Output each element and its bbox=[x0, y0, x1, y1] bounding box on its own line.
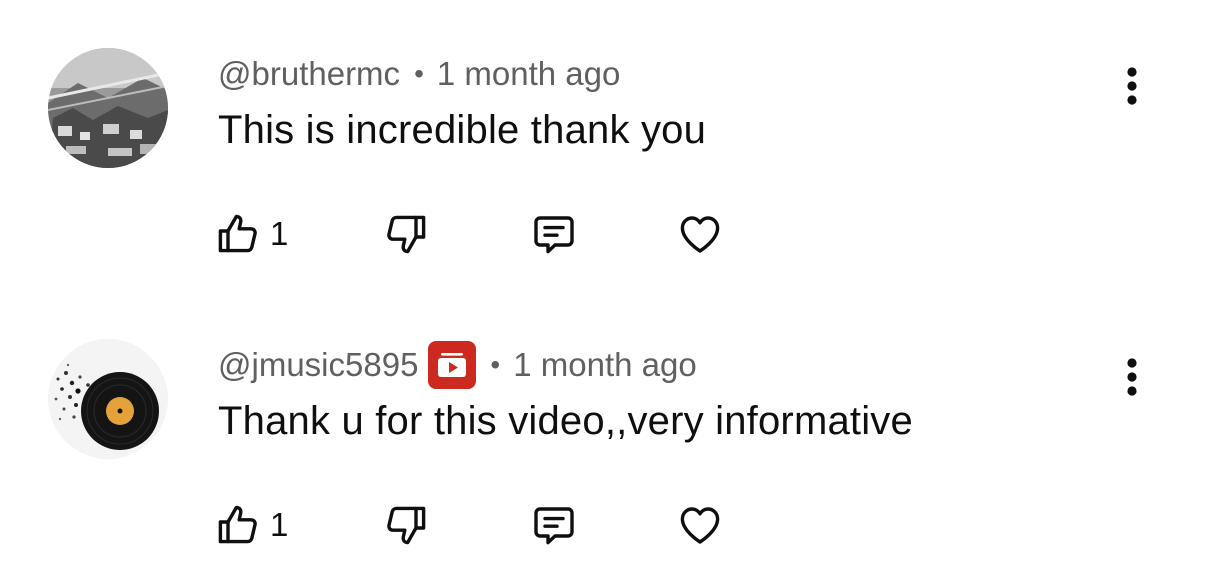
avatar[interactable] bbox=[48, 339, 168, 459]
like-button[interactable]: 1 bbox=[214, 206, 288, 262]
meta-separator: • bbox=[490, 349, 501, 380]
more-vertical-icon bbox=[1127, 67, 1137, 105]
comment-meta: @bruthermc • 1 month ago bbox=[218, 52, 620, 96]
heart-icon bbox=[680, 507, 720, 544]
comment-actions: 1 bbox=[214, 497, 774, 553]
thumbs-up-icon bbox=[218, 505, 257, 544]
thumbs-down-icon bbox=[387, 215, 426, 254]
thumbs-up-icon bbox=[218, 214, 257, 253]
heart-button[interactable] bbox=[676, 206, 724, 262]
like-count: 1 bbox=[270, 506, 289, 543]
city-rooftops-avatar-image bbox=[48, 48, 168, 168]
reply-comment-icon bbox=[534, 507, 574, 545]
channel-badge-glyph bbox=[438, 353, 467, 377]
comment-thread-item: @jmusic5895 • 1 month ago Thank u for th… bbox=[0, 291, 1206, 581]
thumbs-down-icon bbox=[387, 506, 426, 545]
comment-timestamp[interactable]: 1 month ago bbox=[437, 55, 620, 93]
comment-thread-item: @bruthermc • 1 month ago This is incredi… bbox=[0, 0, 1206, 290]
more-actions-button[interactable] bbox=[1110, 60, 1154, 112]
avatar[interactable] bbox=[48, 48, 168, 168]
reply-button[interactable] bbox=[530, 497, 578, 553]
dislike-button[interactable] bbox=[382, 206, 430, 262]
heart-icon bbox=[680, 216, 720, 253]
comment-author-handle[interactable]: @bruthermc bbox=[218, 55, 400, 93]
dislike-button[interactable] bbox=[382, 497, 430, 553]
heart-button[interactable] bbox=[676, 497, 724, 553]
comment-text: This is incredible thank you bbox=[218, 108, 707, 152]
reply-button[interactable] bbox=[530, 206, 578, 262]
comment-timestamp[interactable]: 1 month ago bbox=[513, 346, 696, 384]
comment-text: Thank u for this video,,very informative bbox=[218, 399, 913, 443]
reply-comment-icon bbox=[534, 216, 574, 254]
comment-author-handle[interactable]: @jmusic5895 bbox=[218, 346, 418, 384]
youtube-creator-badge-icon bbox=[428, 341, 477, 389]
more-vertical-icon bbox=[1127, 358, 1137, 396]
comment-actions: 1 bbox=[214, 206, 774, 262]
like-button[interactable]: 1 bbox=[214, 497, 288, 553]
more-actions-button[interactable] bbox=[1110, 351, 1154, 403]
like-count: 1 bbox=[270, 215, 289, 252]
vinyl-record-avatar-image bbox=[48, 339, 168, 459]
comment-meta: @jmusic5895 • 1 month ago bbox=[218, 341, 697, 389]
meta-separator: • bbox=[414, 58, 424, 89]
